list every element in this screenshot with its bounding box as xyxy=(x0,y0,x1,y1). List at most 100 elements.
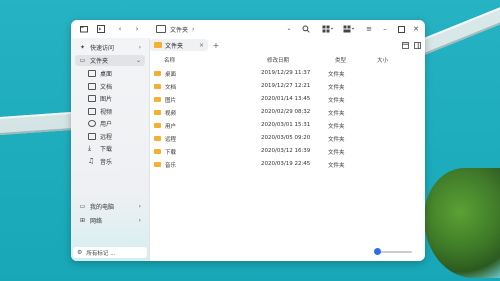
zoom-slider[interactable] xyxy=(374,248,412,255)
close-icon[interactable]: ✕ xyxy=(412,25,420,33)
download-icon: ⤓ xyxy=(88,144,92,152)
file-type: 文件夹 xyxy=(328,98,345,104)
desktop-icon xyxy=(88,70,96,77)
table-row[interactable]: 用户 2020/03/01 15:31 文件夹 xyxy=(151,120,421,132)
file-type: 文件夹 xyxy=(328,124,345,130)
sidebar-item-label: 文件夹 xyxy=(90,58,109,65)
folder-icon xyxy=(154,71,161,76)
new-tab-button[interactable]: + xyxy=(211,39,221,51)
file-date: 2020/03/19 22:45 xyxy=(261,161,311,167)
file-date: 2019/12/27 12:21 xyxy=(261,83,311,89)
sidebar-subitem-downloads[interactable]: ⤓ 下载 xyxy=(87,143,145,154)
breadcrumb-separator: › xyxy=(192,25,195,33)
close-tab-icon[interactable]: × xyxy=(199,42,204,49)
sidebar-item-folder[interactable]: ▭ 文件夹 ⌄ xyxy=(75,55,145,66)
file-name: 桌面 xyxy=(165,72,177,78)
sidebar-subitem-pictures[interactable]: 图片 xyxy=(87,93,145,104)
details-panel-icon[interactable] xyxy=(413,41,421,49)
tags-filter[interactable]: ⚙ 所有标记 ... xyxy=(73,247,147,258)
sidebar-item-label: 桌面 xyxy=(100,71,113,78)
sidebar-item-label: 视频 xyxy=(100,109,113,116)
file-date: 2020/03/01 15:31 xyxy=(261,122,311,128)
file-date: 2020/03/12 16:39 xyxy=(261,148,311,154)
sort-icon[interactable] xyxy=(342,25,356,33)
remote-icon xyxy=(88,133,96,140)
maximize-icon[interactable] xyxy=(397,25,405,33)
table-row[interactable]: 视频 2020/02/29 08:32 文件夹 xyxy=(151,107,421,119)
tab-folder[interactable]: 文件夹 × xyxy=(150,39,208,51)
folder-icon xyxy=(154,162,161,167)
address-dropdown-icon[interactable]: ⌄ xyxy=(285,25,293,33)
file-type: 文件夹 xyxy=(328,111,345,117)
menu-icon[interactable]: ≡ xyxy=(365,25,373,33)
folder-icon xyxy=(154,84,161,89)
file-name: 视频 xyxy=(165,111,177,117)
split-view-icon[interactable] xyxy=(401,41,409,49)
column-header-type[interactable]: 类型 xyxy=(335,56,346,64)
sidebar-item-label: 网络 xyxy=(90,218,103,225)
folder-icon xyxy=(154,136,161,141)
column-header-size[interactable]: 大小 xyxy=(377,56,388,64)
column-header-name[interactable]: 名称 xyxy=(164,56,175,64)
file-name: 音乐 xyxy=(165,163,177,169)
image-icon xyxy=(88,95,96,102)
sidebar: ✦ 快速访问 › ▭ 文件夹 ⌄ 桌面 文档 图片 视频 用户 远程 ⤓ 下载 ♫… xyxy=(71,38,150,261)
chevron-right-icon: › xyxy=(138,44,141,51)
sidebar-item-my-computer[interactable]: ▭ 我的电脑 › xyxy=(75,201,145,212)
forward-button[interactable]: › xyxy=(133,25,141,33)
sidebar-item-network[interactable]: ⊞ 网络 › xyxy=(75,215,145,226)
network-icon: ⊞ xyxy=(79,217,86,224)
sidebar-subitem-users[interactable]: 用户 xyxy=(87,118,145,129)
file-type: 文件夹 xyxy=(328,85,345,91)
view-mode-icon[interactable] xyxy=(321,25,335,33)
file-date: 2019/12/29 11:37 xyxy=(261,70,311,76)
table-row[interactable]: 图片 2020/01/14 13:45 文件夹 xyxy=(151,94,421,106)
sidebar-item-label: 我的电脑 xyxy=(90,204,115,211)
table-row[interactable]: 下载 2020/03/12 16:39 文件夹 xyxy=(151,146,421,158)
file-date: 2020/02/29 08:32 xyxy=(261,109,311,115)
folder-icon xyxy=(154,42,162,48)
sidebar-item-label: 音乐 xyxy=(100,159,113,166)
back-button[interactable]: ‹ xyxy=(116,25,124,33)
sidebar-item-label: 文档 xyxy=(100,84,113,91)
sidebar-item-quick-access[interactable]: ✦ 快速访问 › xyxy=(75,42,145,53)
chevron-right-icon: › xyxy=(138,217,141,224)
chevron-right-icon: › xyxy=(138,203,141,210)
table-row[interactable]: 文档 2019/12/27 12:21 文件夹 xyxy=(151,81,421,93)
file-name: 文档 xyxy=(165,85,177,91)
toolbar: ‹ › 文件夹 › ⌄ ≡ – ✕ xyxy=(71,20,425,38)
table-row[interactable]: 远程 2020/03/05 09:20 文件夹 xyxy=(151,133,421,145)
music-icon: ♫ xyxy=(88,157,95,165)
sidebar-subitem-music[interactable]: ♫ 音乐 xyxy=(87,156,145,167)
sidebar-subitem-videos[interactable]: 视频 xyxy=(87,106,145,117)
address-bar[interactable]: 文件夹 › xyxy=(150,23,290,35)
file-name: 用户 xyxy=(165,124,177,130)
table-row[interactable]: 音乐 2020/03/19 22:45 文件夹 xyxy=(151,159,421,171)
chevron-down-icon: ⌄ xyxy=(135,57,141,64)
file-type: 文件夹 xyxy=(328,150,345,156)
table-row[interactable]: 桌面 2019/12/29 11:37 文件夹 xyxy=(151,68,421,80)
folder-icon xyxy=(154,110,161,115)
folder-icon xyxy=(154,149,161,154)
video-icon xyxy=(88,108,96,115)
file-type: 文件夹 xyxy=(328,137,345,143)
column-header-date[interactable]: 修改日期 xyxy=(267,56,289,64)
document-icon xyxy=(88,83,96,90)
search-icon[interactable] xyxy=(302,25,310,33)
terminal-icon[interactable] xyxy=(97,25,105,33)
star-icon: ✦ xyxy=(79,44,86,51)
sidebar-subitem-desktop[interactable]: 桌面 xyxy=(87,68,145,79)
sidebar-subitem-documents[interactable]: 文档 xyxy=(87,81,145,92)
address-path: 文件夹 xyxy=(170,26,189,34)
sidebar-subitem-remote[interactable]: 远程 xyxy=(87,131,145,142)
sidebar-item-label: 用户 xyxy=(100,121,113,128)
settings-icon: ⚙ xyxy=(77,249,83,256)
user-icon xyxy=(88,120,96,127)
sidebar-item-label: 下载 xyxy=(100,146,113,153)
minimize-icon[interactable]: – xyxy=(381,25,389,33)
sidebar-item-label: 图片 xyxy=(100,96,113,103)
file-type: 文件夹 xyxy=(328,72,345,78)
sidebar-item-label: 快速访问 xyxy=(90,45,115,52)
folder-icon xyxy=(154,123,161,128)
file-name: 下载 xyxy=(165,150,177,156)
